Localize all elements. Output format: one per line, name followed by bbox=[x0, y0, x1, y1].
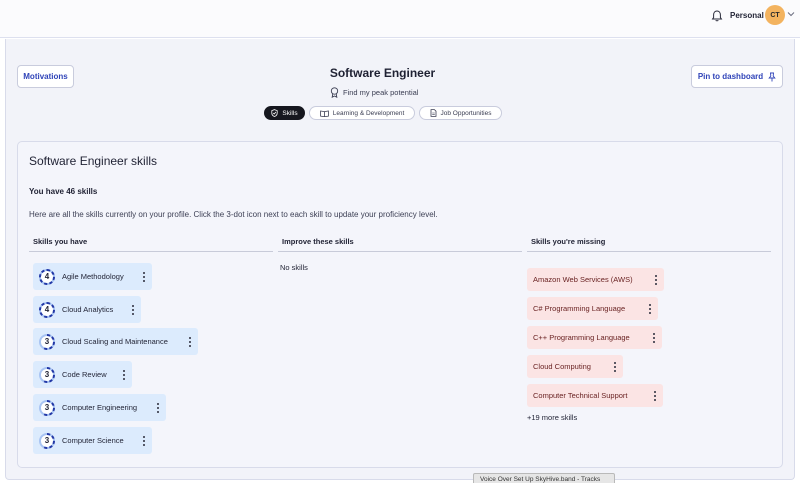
skill-name: Agile Methodology bbox=[62, 272, 124, 281]
more-options-icon[interactable] bbox=[122, 369, 126, 380]
missing-skill-name: Computer Technical Support bbox=[533, 391, 628, 400]
skills-count: You have 46 skills bbox=[29, 187, 98, 196]
skill-name: Code Review bbox=[62, 370, 107, 379]
motivations-button[interactable]: Motivations bbox=[17, 65, 74, 88]
column-header-missing: Skills you're missing bbox=[531, 237, 606, 246]
more-options-icon[interactable] bbox=[131, 304, 135, 315]
more-options-icon[interactable] bbox=[652, 332, 656, 343]
more-options-icon[interactable] bbox=[142, 435, 146, 446]
more-skills-link[interactable]: +19 more skills bbox=[527, 413, 577, 422]
more-options-icon[interactable] bbox=[648, 303, 652, 314]
page-title: Software Engineer bbox=[329, 66, 436, 80]
missing-skill-name: Amazon Web Services (AWS) bbox=[533, 275, 633, 284]
missing-skill-name: C# Programming Language bbox=[533, 304, 626, 313]
pin-icon bbox=[768, 72, 776, 81]
column-divider bbox=[29, 251, 273, 252]
tab-learning-development[interactable]: Learning & Development bbox=[309, 106, 415, 120]
skill-name: Computer Engineering bbox=[62, 403, 138, 412]
tab-job-opportunities[interactable]: Job Opportunities bbox=[419, 106, 502, 120]
tab-learning-label: Learning & Development bbox=[332, 109, 405, 117]
tab-bar: Skills Learning & Development Job Opport… bbox=[0, 106, 800, 120]
tab-skills[interactable]: Skills bbox=[264, 106, 305, 120]
more-options-icon[interactable] bbox=[142, 271, 146, 282]
book-icon bbox=[319, 110, 329, 117]
proficiency-ring: 3 bbox=[38, 432, 56, 450]
proficiency-level: 4 bbox=[44, 305, 50, 314]
column-divider bbox=[278, 251, 522, 252]
subtitle-text: Find my peak potential bbox=[343, 87, 419, 97]
bell-icon[interactable] bbox=[710, 9, 724, 23]
document-icon bbox=[430, 109, 436, 117]
proficiency-level: 3 bbox=[44, 436, 50, 445]
profile-context-label[interactable]: Personal bbox=[730, 11, 764, 20]
tab-skills-label: Skills bbox=[282, 109, 298, 117]
skill-chip[interactable]: 3 Code Review bbox=[33, 361, 132, 388]
column-header-improve: Improve these skills bbox=[282, 237, 354, 246]
medal-icon bbox=[330, 86, 339, 98]
missing-skill-chip[interactable]: Cloud Computing bbox=[527, 355, 623, 378]
proficiency-level: 3 bbox=[44, 337, 50, 346]
proficiency-ring: 4 bbox=[38, 268, 56, 286]
proficiency-level: 3 bbox=[44, 403, 50, 412]
missing-skill-chip[interactable]: Computer Technical Support bbox=[527, 384, 663, 407]
proficiency-ring: 3 bbox=[38, 399, 56, 417]
skill-chip[interactable]: 3 Cloud Scaling and Maintenance bbox=[33, 328, 198, 355]
skill-chip[interactable]: 4 Agile Methodology bbox=[33, 263, 152, 290]
missing-skill-name: C++ Programming Language bbox=[533, 333, 630, 342]
top-bar: Personal CT bbox=[0, 0, 800, 38]
missing-skill-chip[interactable]: Amazon Web Services (AWS) bbox=[527, 268, 664, 291]
proficiency-ring: 3 bbox=[38, 366, 56, 384]
proficiency-ring: 3 bbox=[38, 333, 56, 351]
more-options-icon[interactable] bbox=[654, 274, 658, 285]
more-options-icon[interactable] bbox=[156, 402, 160, 413]
proficiency-ring: 4 bbox=[38, 301, 56, 319]
missing-skill-chip[interactable]: C++ Programming Language bbox=[527, 326, 662, 349]
skill-name: Cloud Scaling and Maintenance bbox=[62, 337, 168, 346]
improve-empty-state: No skills bbox=[280, 263, 308, 272]
skill-name: Cloud Analytics bbox=[62, 305, 114, 314]
window-tooltip: Voice Over Set Up SkyHive.band - Tracks bbox=[473, 473, 615, 483]
skill-chip[interactable]: 3 Computer Science bbox=[33, 427, 152, 454]
more-options-icon[interactable] bbox=[653, 390, 657, 401]
avatar[interactable]: CT bbox=[765, 5, 785, 25]
pin-to-dashboard-button[interactable]: Pin to dashboard bbox=[691, 65, 783, 88]
skills-card-title: Software Engineer skills bbox=[29, 154, 158, 168]
proficiency-level: 3 bbox=[44, 370, 50, 379]
skill-chip[interactable]: 3 Computer Engineering bbox=[33, 394, 166, 421]
column-divider bbox=[527, 251, 771, 252]
pin-button-label: Pin to dashboard bbox=[697, 72, 764, 81]
column-header-have: Skills you have bbox=[33, 237, 88, 246]
missing-skill-name: Cloud Computing bbox=[533, 362, 591, 371]
skills-description: Here are all the skills currently on you… bbox=[29, 210, 438, 219]
tab-jobs-label: Job Opportunities bbox=[440, 109, 492, 117]
chevron-down-icon[interactable] bbox=[787, 11, 795, 17]
page-subtitle: Find my peak potential bbox=[330, 86, 418, 98]
skill-chip[interactable]: 4 Cloud Analytics bbox=[33, 296, 141, 323]
more-options-icon[interactable] bbox=[188, 336, 192, 347]
shield-icon bbox=[271, 109, 279, 117]
proficiency-level: 4 bbox=[44, 272, 50, 281]
skill-name: Computer Science bbox=[62, 436, 124, 445]
more-options-icon[interactable] bbox=[613, 361, 617, 372]
missing-skill-chip[interactable]: C# Programming Language bbox=[527, 297, 658, 320]
